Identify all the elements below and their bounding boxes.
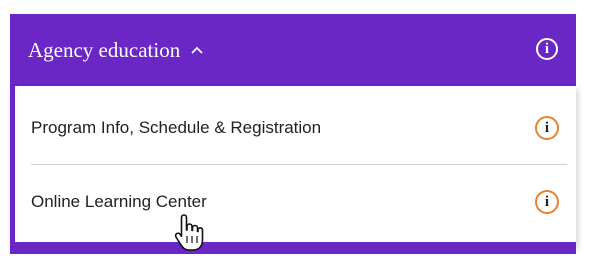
- dropdown-title[interactable]: Agency education: [28, 34, 204, 66]
- chevron-up-icon: [191, 46, 203, 54]
- hand-pointer-icon: [174, 214, 204, 251]
- info-icon[interactable]: i: [535, 190, 559, 214]
- next-section-bar: [10, 242, 576, 254]
- menu-item-label[interactable]: Program Info, Schedule & Registration: [31, 118, 321, 138]
- dropdown-header[interactable]: Agency education i: [10, 14, 576, 86]
- info-glyph: i: [544, 193, 550, 210]
- info-icon[interactable]: i: [535, 116, 559, 140]
- menu-item-program-info[interactable]: Program Info, Schedule & Registration i: [31, 92, 561, 164]
- header-info-glyph: i: [544, 40, 550, 57]
- menu-divider: [31, 164, 567, 165]
- header-info-icon[interactable]: i: [536, 38, 558, 60]
- agency-education-dropdown: Agency education i Program Info, Schedul…: [10, 14, 576, 246]
- info-glyph: i: [544, 119, 550, 136]
- dropdown-title-label: Agency education: [28, 38, 181, 62]
- menu-item-online-learning-center[interactable]: Online Learning Center i: [31, 166, 561, 238]
- menu-item-label[interactable]: Online Learning Center: [31, 192, 207, 212]
- dropdown-menu: Program Info, Schedule & Registration i …: [10, 86, 576, 246]
